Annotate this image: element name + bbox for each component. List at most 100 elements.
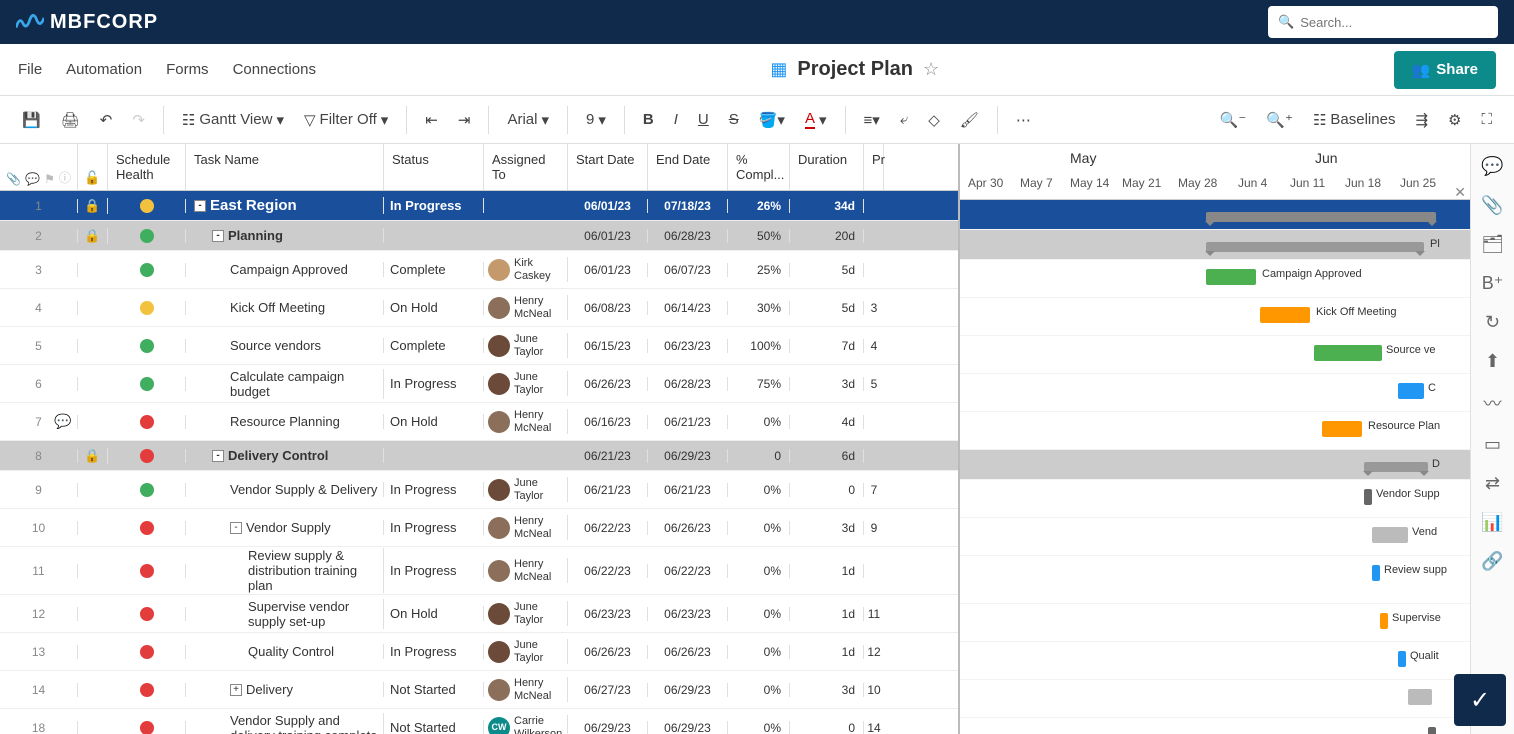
gantt-bar[interactable]: [1380, 613, 1388, 629]
end-date-cell[interactable]: 06/29/23: [648, 449, 728, 463]
gantt-bar[interactable]: [1398, 383, 1424, 399]
task-row[interactable]: 💬7 Resource Planning On Hold Henry McNea…: [0, 403, 958, 441]
connect-icon[interactable]: 🔗: [1481, 551, 1503, 572]
gantt-row[interactable]: Source ve: [960, 336, 1470, 374]
end-date-cell[interactable]: 06/22/23: [648, 564, 728, 578]
wrap-button[interactable]: ⤶: [892, 105, 916, 134]
attachments-icon[interactable]: 📎: [1481, 195, 1503, 216]
pct-cell[interactable]: 0%: [728, 721, 790, 734]
row-number[interactable]: 3: [0, 263, 78, 277]
col-end-date[interactable]: End Date: [648, 144, 728, 190]
fullscreen-button[interactable]: ⛶: [1473, 105, 1500, 134]
col-pct-complete[interactable]: % Compl...: [728, 144, 790, 190]
summary-icon[interactable]: ▭: [1484, 434, 1501, 455]
gantt-row[interactable]: [960, 718, 1470, 734]
undo-button[interactable]: ↶: [92, 105, 121, 135]
close-gantt-icon[interactable]: ✕: [1454, 184, 1466, 201]
gantt-bar[interactable]: [1206, 212, 1436, 222]
gantt-bar[interactable]: [1364, 462, 1428, 472]
start-date-cell[interactable]: 06/01/23: [568, 199, 648, 213]
gantt-bar[interactable]: [1322, 421, 1362, 437]
brandfolder-icon[interactable]: B⁺: [1482, 273, 1504, 294]
underline-button[interactable]: U: [690, 105, 717, 134]
lock-cell[interactable]: 🔒: [78, 198, 108, 214]
duration-cell[interactable]: 34d: [790, 199, 864, 213]
workflow-icon[interactable]: ⇄: [1485, 473, 1500, 494]
health-cell[interactable]: [108, 683, 186, 697]
assigned-cell[interactable]: Henry McNeal: [484, 558, 568, 582]
gantt-bar[interactable]: [1372, 527, 1408, 543]
pct-cell[interactable]: 0%: [728, 564, 790, 578]
duration-cell[interactable]: 7d: [790, 339, 864, 353]
start-date-cell[interactable]: 06/26/23: [568, 377, 648, 391]
duration-cell[interactable]: 1d: [790, 607, 864, 621]
health-cell[interactable]: [108, 339, 186, 353]
row-number[interactable]: 13: [0, 645, 78, 659]
font-selector[interactable]: Arial ▾: [499, 105, 557, 135]
search-input[interactable]: [1300, 15, 1488, 30]
expand-toggle[interactable]: -: [194, 200, 206, 212]
redo-button[interactable]: ↷: [124, 105, 153, 135]
gantt-row[interactable]: Qualit: [960, 642, 1470, 680]
status-cell[interactable]: In Progress: [384, 482, 484, 497]
task-name-cell[interactable]: Source vendors: [186, 338, 384, 353]
save-button[interactable]: 💾: [14, 105, 49, 135]
status-cell[interactable]: On Hold: [384, 300, 484, 315]
assigned-cell[interactable]: June Taylor: [484, 601, 568, 625]
outdent-button[interactable]: ⇤: [417, 105, 446, 135]
start-date-cell[interactable]: 06/21/23: [568, 449, 648, 463]
print-button[interactable]: 🖨: [53, 105, 88, 135]
end-date-cell[interactable]: 06/29/23: [648, 683, 728, 697]
row-number[interactable]: 11: [0, 564, 78, 578]
pct-cell[interactable]: 26%: [728, 199, 790, 213]
task-row[interactable]: 8 🔒 -Delivery Control 06/21/23 06/29/23 …: [0, 441, 958, 471]
menu-file[interactable]: File: [18, 61, 42, 78]
pct-cell[interactable]: 0%: [728, 483, 790, 497]
end-date-cell[interactable]: 06/29/23: [648, 721, 728, 734]
task-row[interactable]: 12 Supervise vendor supply set-up On Hol…: [0, 595, 958, 633]
text-color-button[interactable]: A▾: [797, 104, 835, 135]
task-row[interactable]: 5 Source vendors Complete June Taylor 06…: [0, 327, 958, 365]
gantt-row[interactable]: [960, 680, 1470, 718]
gantt-row[interactable]: Vendor Supp: [960, 480, 1470, 518]
expand-toggle[interactable]: +: [230, 684, 242, 696]
assigned-cell[interactable]: June Taylor: [484, 371, 568, 395]
gantt-bar[interactable]: [1408, 689, 1432, 705]
view-selector[interactable]: ☷ Gantt View ▾: [174, 105, 292, 135]
task-row[interactable]: 6 Calculate campaign budget In Progress …: [0, 365, 958, 403]
conversations-icon[interactable]: 💬: [1481, 156, 1503, 177]
row-number[interactable]: 💬7: [0, 415, 78, 429]
duration-cell[interactable]: 1d: [790, 564, 864, 578]
health-cell[interactable]: [108, 301, 186, 315]
end-date-cell[interactable]: 06/28/23: [648, 377, 728, 391]
task-name-cell[interactable]: -East Region: [186, 197, 384, 214]
indent-button[interactable]: ⇥: [450, 105, 479, 135]
pct-cell[interactable]: 0%: [728, 683, 790, 697]
pct-cell[interactable]: 50%: [728, 229, 790, 243]
share-button[interactable]: 👥 Share: [1394, 51, 1496, 89]
start-date-cell[interactable]: 06/22/23: [568, 521, 648, 535]
start-date-cell[interactable]: 06/01/23: [568, 263, 648, 277]
duration-cell[interactable]: 0: [790, 483, 864, 497]
predecessor-cell[interactable]: 3: [864, 301, 884, 315]
task-row[interactable]: 14 +Delivery Not Started Henry McNeal 06…: [0, 671, 958, 709]
settings-button[interactable]: ⚙: [1440, 105, 1469, 135]
end-date-cell[interactable]: 07/18/23: [648, 199, 728, 213]
expand-toggle[interactable]: -: [212, 450, 224, 462]
bold-button[interactable]: B: [635, 105, 662, 134]
row-number[interactable]: 5: [0, 339, 78, 353]
fontsize-selector[interactable]: 9 ▾: [578, 105, 614, 135]
assigned-cell[interactable]: June Taylor: [484, 333, 568, 357]
assigned-cell[interactable]: Henry McNeal: [484, 515, 568, 539]
proofs-icon[interactable]: 🗂: [1481, 234, 1504, 255]
status-cell[interactable]: Not Started: [384, 720, 484, 734]
app-launcher-icon[interactable]: ✓: [1454, 674, 1506, 726]
search-box[interactable]: 🔍: [1268, 6, 1498, 38]
end-date-cell[interactable]: 06/26/23: [648, 645, 728, 659]
start-date-cell[interactable]: 06/26/23: [568, 645, 648, 659]
task-row[interactable]: 18 Vendor Supply and delivery training c…: [0, 709, 958, 734]
end-date-cell[interactable]: 06/23/23: [648, 607, 728, 621]
duration-cell[interactable]: 20d: [790, 229, 864, 243]
assigned-cell[interactable]: Henry McNeal: [484, 295, 568, 319]
doc-title[interactable]: Project Plan: [797, 58, 913, 81]
